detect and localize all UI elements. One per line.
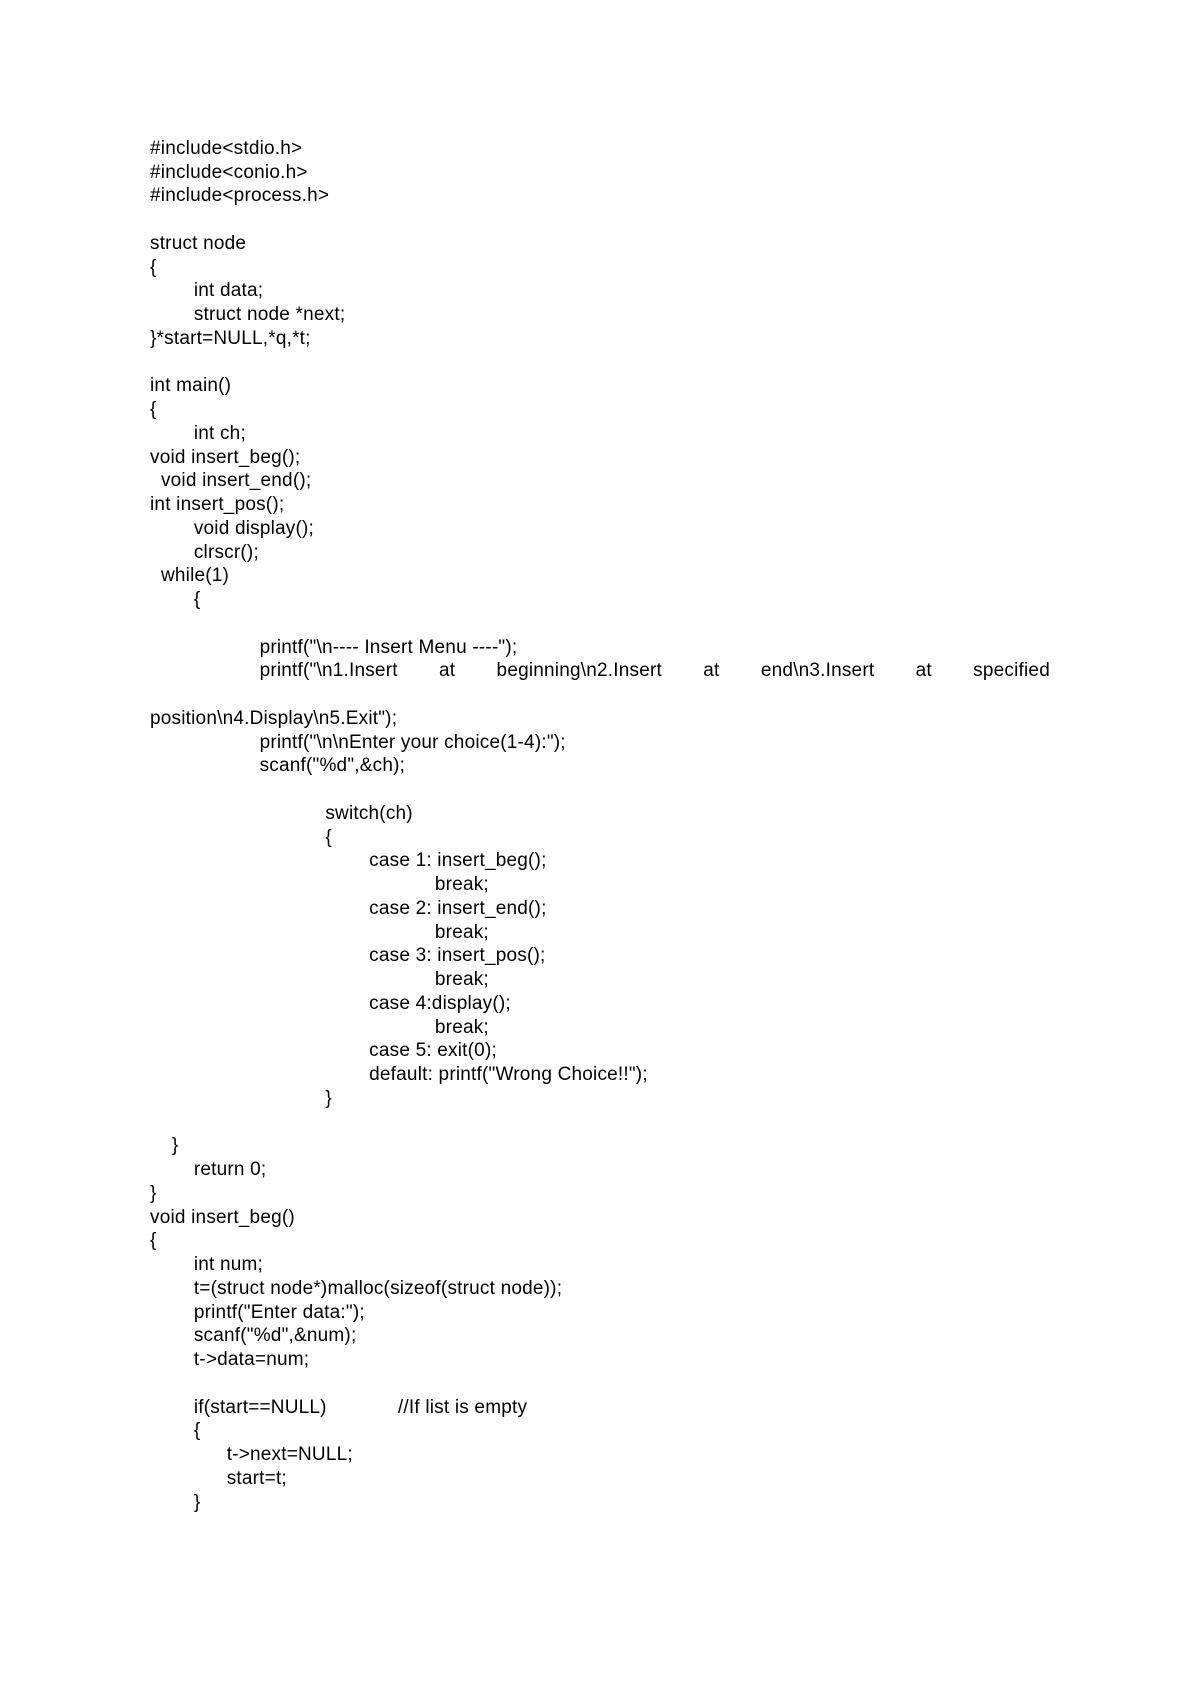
code-line: } [150,1492,200,1513]
code-line: }*start=NULL,*q,*t; [150,328,311,349]
code-line: case 4:display(); [150,993,511,1014]
code-line: case 5: exit(0); [150,1040,497,1061]
code-line: void insert_beg() [150,1207,295,1228]
code-line: t=(struct node*)malloc(sizeof(struct nod… [150,1278,562,1299]
code-line: struct node [150,233,246,254]
code-line: int num; [150,1254,263,1275]
code-line: #include<process.h> [150,185,329,206]
code-line: void insert_beg(); [150,447,300,468]
code-line: } [150,1088,332,1109]
document-page: #include<stdio.h> #include<conio.h> #inc… [0,0,1200,1697]
code-line: int insert_pos(); [150,494,284,515]
code-line: case 1: insert_beg(); [150,850,547,871]
code-line: { [150,827,332,848]
code-line: default: printf("Wrong Choice!!"); [150,1064,648,1085]
code-line: t->next=NULL; [150,1444,353,1465]
code-line: void display(); [150,518,314,539]
code-line: case 3: insert_pos(); [150,945,545,966]
code-line: scanf("%d",&num); [150,1325,356,1346]
code-line: } [150,1183,157,1204]
code-line: printf("\n\nEnter your choice(1-4):"); [150,732,566,753]
code-line: return 0; [150,1159,266,1180]
code-line: break; [150,874,489,895]
code-line: #include<conio.h> [150,162,308,183]
code-line: break; [150,1017,489,1038]
code-block: #include<stdio.h> #include<conio.h> #inc… [150,113,1050,1538]
code-line: t->data=num; [150,1349,309,1370]
code-line: start=t; [150,1468,287,1489]
code-fragment: at [439,659,455,683]
code-line: int data; [150,280,263,301]
code-fragment: printf("\n1.Insert [150,659,398,683]
code-line: printf("Enter data:"); [150,1302,365,1323]
code-fragment: at [703,659,719,683]
code-line: switch(ch) [150,803,413,824]
code-line: #include<stdio.h> [150,138,302,159]
code-line: void insert_end(); [150,470,311,491]
code-line: { [150,257,157,278]
code-line: { [150,399,157,420]
code-fragment: at [916,659,932,683]
code-line: struct node *next; [150,304,345,325]
code-line: int ch; [150,423,246,444]
code-line: printf("\n---- Insert Menu ----"); [150,637,517,658]
code-line: scanf("%d",&ch); [150,755,405,776]
code-line: break; [150,969,489,990]
code-line-justified: printf("\n1.Insert at beginning\n2.Insert a… [150,659,1050,683]
code-line: { [150,1230,157,1251]
code-line: } [150,1135,178,1156]
code-line: break; [150,922,489,943]
code-line: { [150,589,200,610]
code-line: if(start==NULL) //If list is empty [150,1397,527,1418]
code-line: int main() [150,375,231,396]
code-line: while(1) [150,565,229,586]
code-line: position\n4.Display\n5.Exit"); [150,708,397,729]
code-fragment: beginning\n2.Insert [497,659,662,683]
code-line: clrscr(); [150,542,259,563]
code-line: { [150,1420,200,1441]
code-fragment: specified [973,659,1050,683]
code-fragment: end\n3.Insert [761,659,875,683]
code-line: case 2: insert_end(); [150,898,547,919]
